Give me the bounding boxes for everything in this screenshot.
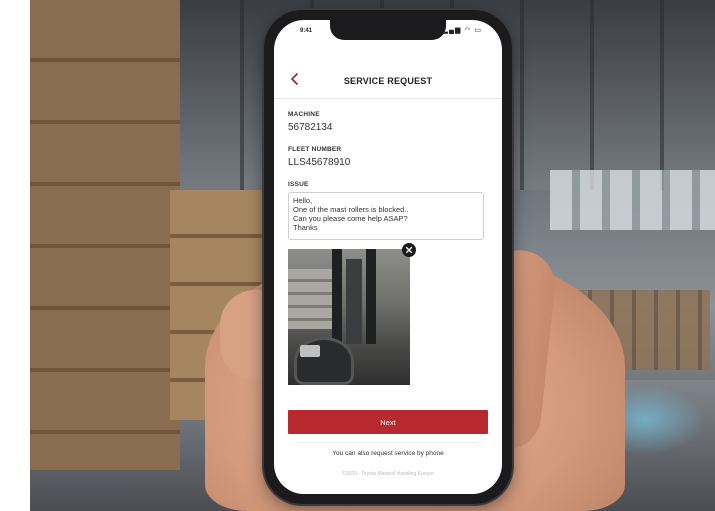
phone: 9:41 ▂▄▆ ◠ ▭ SERVICE REQUEST MACHINE 567… <box>264 10 512 504</box>
issue-textarea[interactable]: Hello, One of the mast rollers is blocke… <box>288 192 484 240</box>
status-time: 9:41 <box>300 28 313 34</box>
app-header: SERVICE REQUEST <box>274 66 502 99</box>
divider <box>298 442 478 443</box>
phone-screen: 9:41 ▂▄▆ ◠ ▭ SERVICE REQUEST MACHINE 567… <box>274 20 502 494</box>
stacked-boxes-left <box>30 0 180 470</box>
issue-line: Thanks <box>293 223 318 232</box>
issue-line: Can you please come help ASAP? <box>293 214 408 223</box>
status-signal-wifi-battery-icon: ▂▄▆ ◠ ▭ <box>442 27 482 34</box>
attachment <box>288 243 416 385</box>
issue-line: Hello, <box>293 196 313 205</box>
issue-line: One of the mast rollers is blocked.. <box>293 205 409 214</box>
warehouse-lights <box>550 170 715 230</box>
next-button[interactable]: Next <box>288 410 488 434</box>
photo-mast-left <box>332 249 342 344</box>
attachment-photo[interactable] <box>288 249 410 385</box>
fleet-number-value: LLS45678910 <box>288 157 351 168</box>
remove-photo-close-icon[interactable] <box>402 243 416 257</box>
photo-control-panel <box>300 345 320 357</box>
fleet-number-label: FLEET NUMBER <box>288 146 342 153</box>
photo-mast-right <box>366 249 376 344</box>
page-title: SERVICE REQUEST <box>343 76 433 86</box>
machine-value: 56782134 <box>288 122 333 133</box>
issue-label: ISSUE <box>288 181 309 188</box>
photo-shelf <box>288 269 332 329</box>
photo-mast-middle <box>346 259 362 344</box>
phone-request-link[interactable]: You can also request service by phone <box>274 450 502 457</box>
phone-notch <box>330 20 446 40</box>
copyright: ©2020 - Toyota Material Handling Europe <box>342 471 434 477</box>
machine-label: MACHINE <box>288 111 320 118</box>
scene: 9:41 ▂▄▆ ◠ ▭ SERVICE REQUEST MACHINE 567… <box>0 0 715 511</box>
